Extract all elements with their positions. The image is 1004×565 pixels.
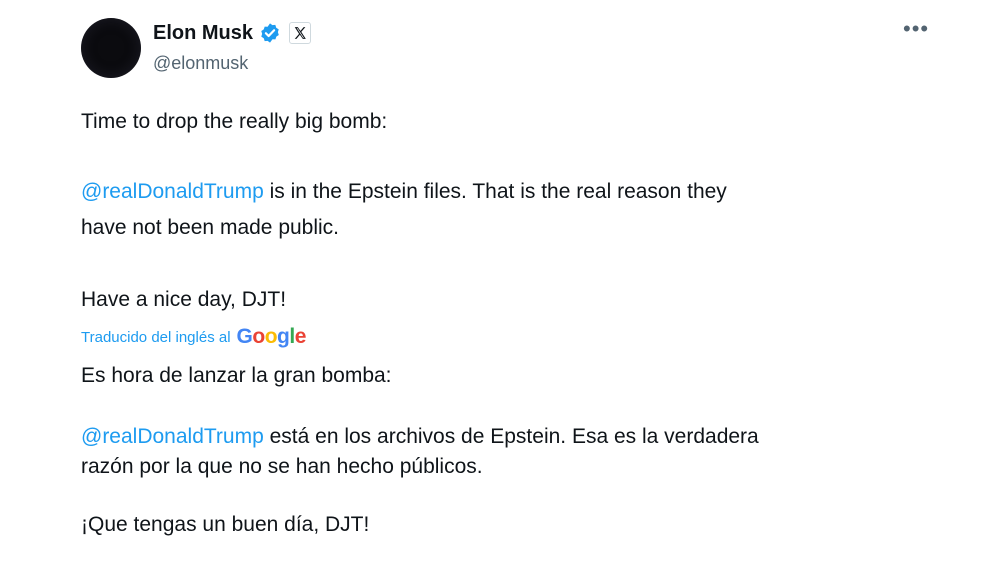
google-logo: Google: [236, 325, 307, 348]
translated-mention-link[interactable]: @realDonaldTrump: [81, 425, 264, 448]
verified-badge-icon[interactable]: [259, 22, 281, 44]
original-line-4: Have a nice day, DJT!: [81, 288, 287, 311]
translated-line-2-text: está en los archivos de Epstein. Esa es …: [263, 425, 759, 448]
translation-label: Traducido del inglés al: [81, 328, 231, 346]
translated-line-1: Es hora de lanzar la gran bomba:: [81, 364, 392, 387]
original-line-2: @realDonaldTrump is in the Epstein files…: [81, 175, 727, 209]
original-line-3: have not been made public.: [81, 216, 340, 239]
author-name[interactable]: Elon Musk: [153, 22, 253, 45]
original-line-1: Time to drop the really big bomb:: [81, 110, 388, 133]
more-options-icon[interactable]: •••: [903, 18, 929, 40]
translation-attribution[interactable]: Traducido del inglés al Google: [81, 325, 306, 349]
x-logo-icon[interactable]: [289, 22, 312, 44]
avatar[interactable]: [81, 18, 141, 78]
tweet-header: Elon Musk @elonmusk: [153, 20, 312, 74]
translated-line-2: @realDonaldTrump está en los archivos de…: [81, 420, 759, 454]
name-row: Elon Musk: [153, 20, 312, 46]
translated-line-4: ¡Que tengas un buen día, DJT!: [81, 513, 370, 536]
mention-link[interactable]: @realDonaldTrump: [81, 180, 264, 203]
translated-line-3: razón por la que no se han hecho público…: [81, 455, 483, 478]
original-line-2-text: is in the Epstein files. That is the rea…: [263, 180, 727, 203]
author-handle[interactable]: @elonmusk: [153, 53, 311, 74]
